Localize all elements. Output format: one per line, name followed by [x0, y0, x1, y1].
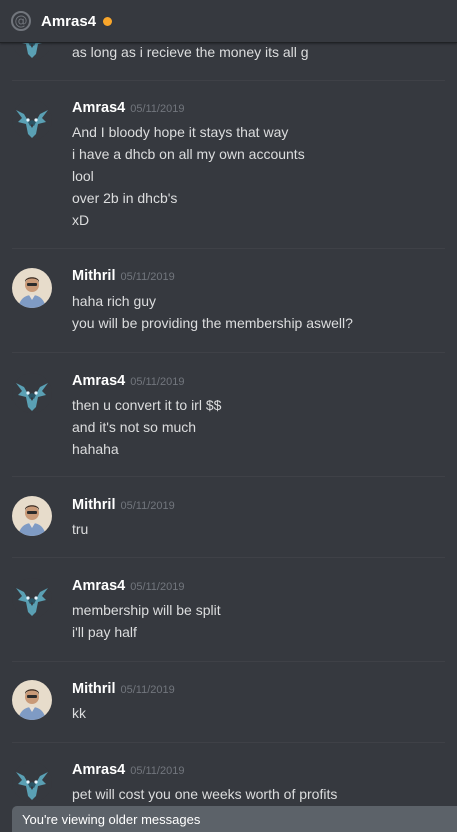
- message-text: over 2b in dhcb's: [72, 190, 178, 206]
- user-photo-avatar[interactable]: [12, 680, 52, 720]
- message-timestamp: 05/11/2019: [120, 684, 175, 696]
- message-text: And I bloody hope it stays that way: [72, 124, 289, 140]
- message-text: then u convert it to irl $$: [72, 397, 222, 413]
- message-text: i'll pay half: [72, 624, 137, 640]
- user-photo-avatar[interactable]: [12, 268, 52, 308]
- dragon-head-icon[interactable]: [12, 762, 52, 802]
- message-username[interactable]: Amras4 05/11/2019: [72, 762, 184, 778]
- message-text: you will be providing the membership asw…: [72, 315, 353, 331]
- message-username[interactable]: Mithril 05/11/2019: [72, 681, 175, 697]
- message-username[interactable]: Amras4 05/11/2019: [72, 373, 184, 389]
- message-timestamp: 05/11/2019: [120, 500, 175, 512]
- message-divider: [12, 476, 445, 477]
- message-username[interactable]: Mithril 05/11/2019: [72, 497, 175, 513]
- dragon-head-icon[interactable]: [12, 578, 52, 618]
- message-list[interactable]: as long as i recieve the money its all g…: [0, 0, 457, 832]
- dm-header: @ Amras4: [0, 0, 457, 43]
- message-text: membership will be split: [72, 602, 221, 618]
- message-divider: [12, 248, 445, 249]
- message-text: xD: [72, 212, 90, 228]
- at-sign-icon: @: [11, 11, 31, 31]
- message-timestamp: 05/11/2019: [130, 376, 185, 388]
- header-title[interactable]: Amras4: [41, 13, 96, 30]
- older-messages-banner[interactable]: You're viewing older messages: [12, 806, 457, 832]
- status-idle-icon: [103, 16, 113, 26]
- dragon-head-icon[interactable]: [12, 100, 52, 140]
- message-text: and it's not so much: [72, 419, 197, 435]
- message-divider: [12, 742, 445, 743]
- message-divider: [12, 557, 445, 558]
- message-text: hahaha: [72, 441, 119, 457]
- message-divider: [12, 80, 445, 81]
- message-divider: [12, 661, 445, 662]
- message-timestamp: 05/11/2019: [130, 581, 185, 593]
- user-photo-avatar[interactable]: [12, 496, 52, 536]
- message-timestamp: 05/11/2019: [130, 765, 185, 777]
- message-text: kk: [72, 705, 86, 721]
- dragon-head-icon[interactable]: [12, 373, 52, 413]
- message-text: tru: [72, 521, 89, 537]
- message-text: as long as i recieve the money its all g: [72, 44, 309, 60]
- message-username[interactable]: Mithril 05/11/2019: [72, 268, 175, 284]
- message-divider: [12, 352, 445, 353]
- message-text: haha rich guy: [72, 293, 157, 309]
- message-timestamp: 05/11/2019: [130, 103, 185, 115]
- message-text: i have a dhcb on all my own accounts: [72, 146, 305, 162]
- message-text: pet will cost you one weeks worth of pro…: [72, 786, 338, 802]
- message-username[interactable]: Amras4 05/11/2019: [72, 100, 184, 116]
- message-username[interactable]: Amras4 05/11/2019: [72, 578, 184, 594]
- message-timestamp: 05/11/2019: [120, 271, 175, 283]
- message-text: lool: [72, 168, 94, 184]
